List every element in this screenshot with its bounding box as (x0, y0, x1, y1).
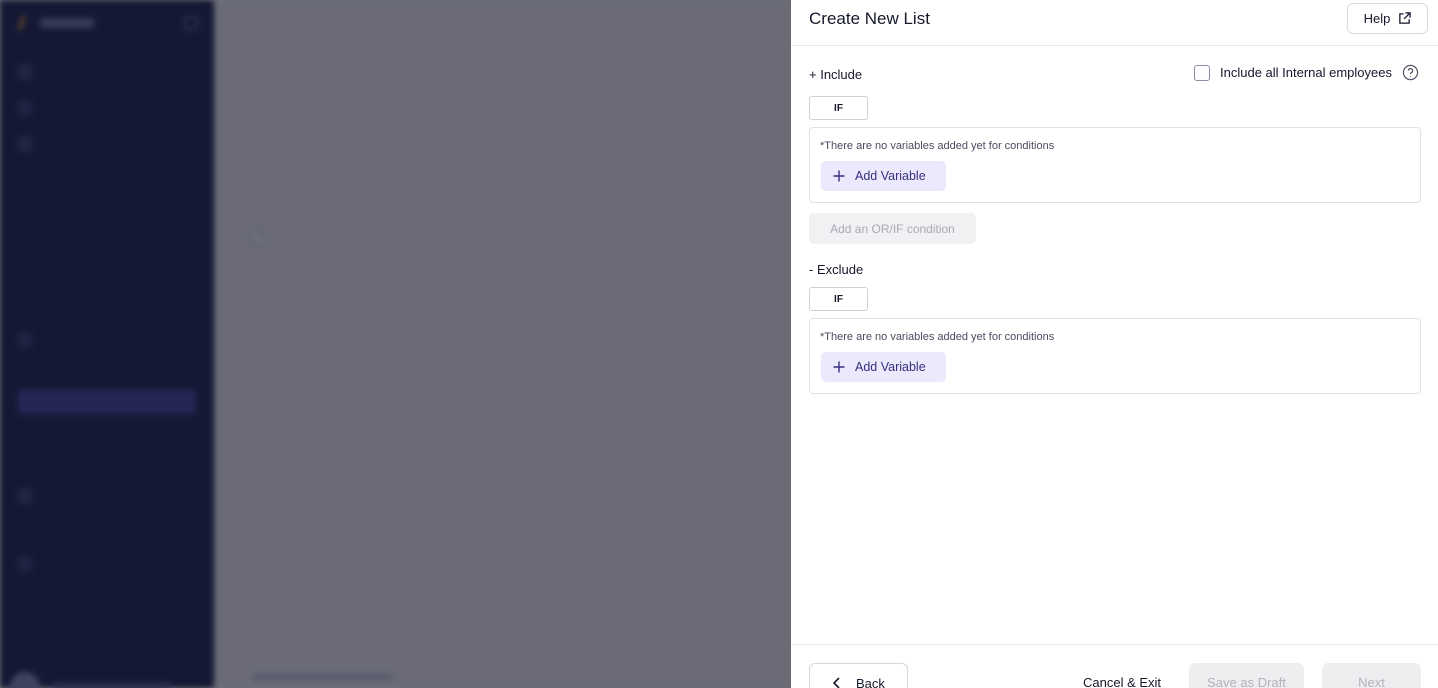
exclude-if-operator[interactable]: IF (809, 287, 868, 311)
include-conditions-box: *There are no variables added yet for co… (809, 127, 1421, 203)
help-circle-icon[interactable] (1402, 64, 1419, 81)
drawer-header: Create New List Help (791, 0, 1438, 46)
help-label: Help (1363, 11, 1391, 26)
drawer-footer: Back Cancel & Exit Save as Draft Next (791, 644, 1438, 688)
add-or-if-condition-button[interactable]: Add an OR/IF condition (809, 213, 976, 244)
back-label: Back (856, 675, 885, 688)
modal-overlay[interactable] (0, 0, 791, 688)
save-draft-button[interactable]: Save as Draft (1189, 663, 1304, 688)
internal-employees-checkbox[interactable] (1194, 64, 1210, 81)
plus-icon (833, 170, 845, 182)
cancel-exit-button[interactable]: Cancel & Exit (1083, 675, 1161, 688)
include-label: + Include (809, 67, 863, 82)
exclude-add-variable-button[interactable]: Add Variable (821, 352, 946, 382)
include-empty-text: *There are no variables added yet for co… (820, 140, 1055, 152)
add-variable-label: Add Variable (855, 360, 926, 374)
drawer-title: Create New List (809, 9, 930, 28)
create-list-drawer: Create New List Help + Include Include a… (791, 0, 1438, 688)
exclude-empty-text: *There are no variables added yet for co… (820, 331, 1055, 343)
include-add-variable-button[interactable]: Add Variable (821, 161, 946, 191)
plus-icon (833, 361, 845, 373)
exclude-label: - Exclude (809, 262, 864, 277)
internal-employees-label: Include all Internal employees (1220, 65, 1392, 80)
external-link-icon (1399, 12, 1412, 24)
back-button[interactable]: Back (809, 663, 908, 688)
help-button[interactable]: Help (1347, 3, 1428, 34)
exclude-conditions-box: *There are no variables added yet for co… (809, 318, 1421, 394)
internal-employees-option[interactable]: Include all Internal employees (1194, 64, 1419, 81)
add-variable-label: Add Variable (855, 169, 926, 183)
chevron-left-icon (832, 677, 840, 688)
include-if-operator[interactable]: IF (809, 96, 868, 120)
next-button[interactable]: Next (1322, 663, 1421, 688)
